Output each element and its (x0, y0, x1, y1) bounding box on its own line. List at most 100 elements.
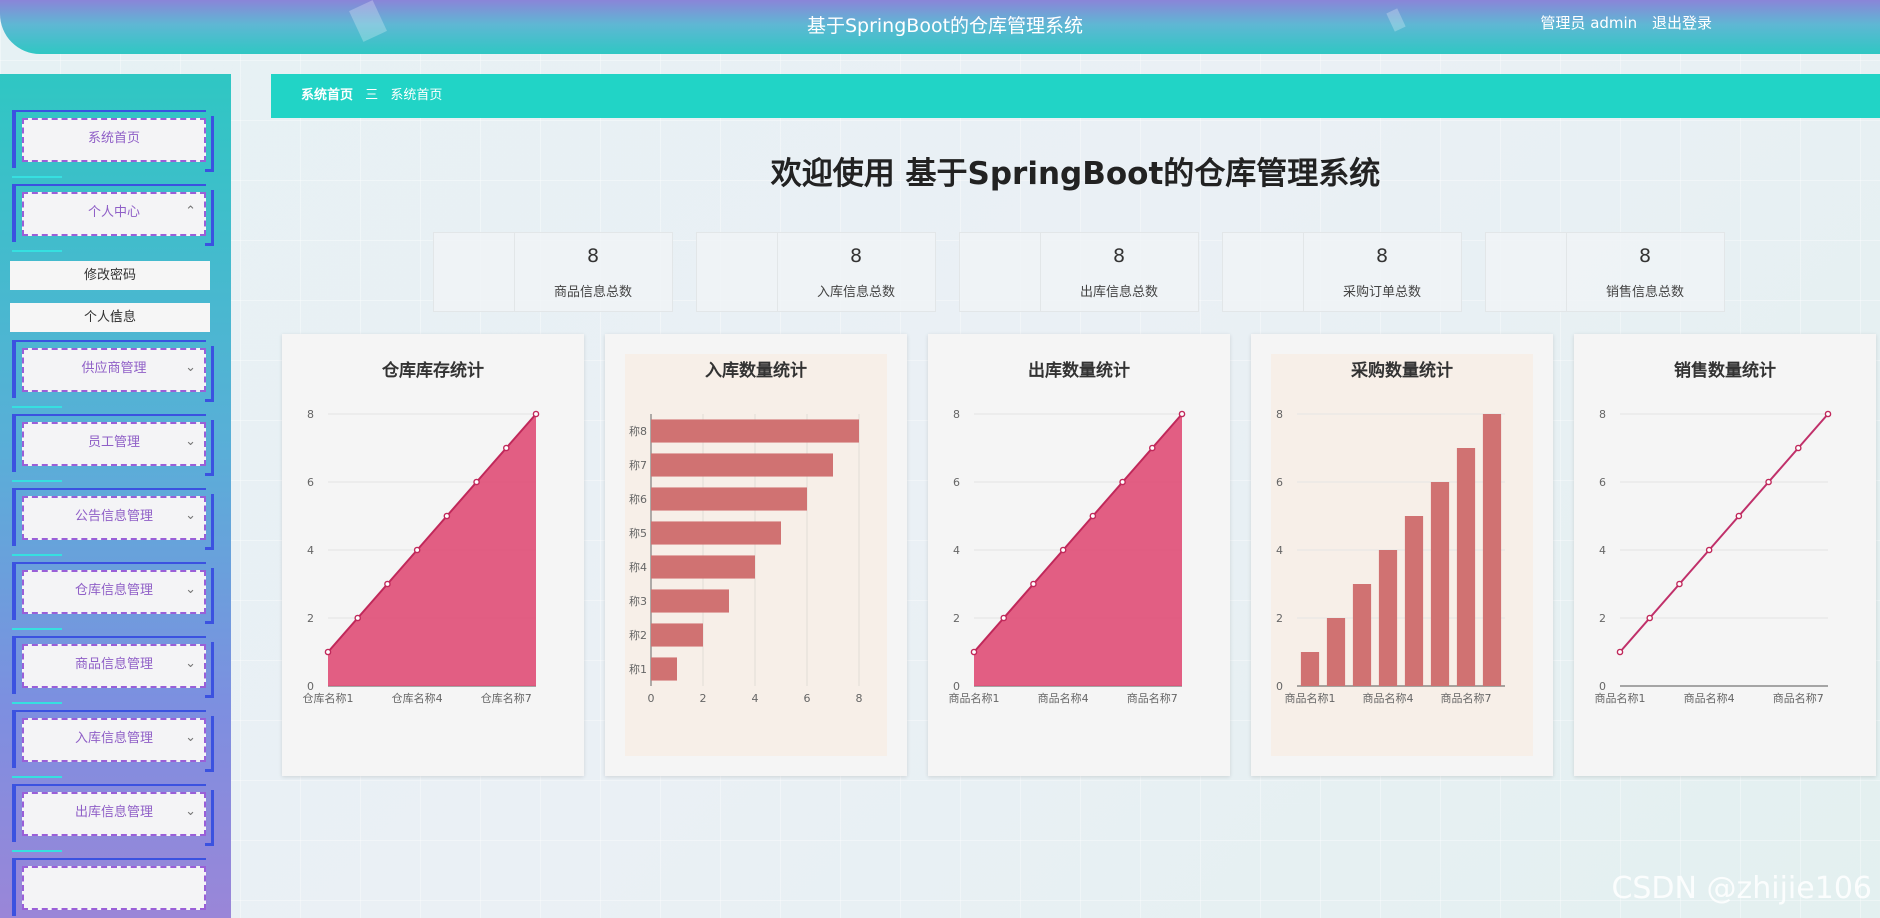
x-tick-label: 仓库名称1 (303, 691, 354, 705)
item-frame (205, 346, 214, 402)
data-point (1824, 410, 1832, 418)
item-underline (12, 406, 62, 408)
stat-card-sales: 8 销售信息总数 (1485, 232, 1725, 312)
stat-value: 8 (586, 245, 600, 267)
data-point (1676, 580, 1683, 588)
y-tick-label: 称4 (629, 560, 647, 574)
bar (651, 521, 781, 545)
hand-cursor-icon: ☝ (110, 306, 121, 327)
sidebar-item-home[interactable]: 系统首页 (12, 110, 214, 178)
chart-card-warehouse-stock: 0 2 4 6 8 仓库名称1 仓库名称4 仓库名称7 仓库库存统计 (282, 334, 584, 776)
item-frame (205, 190, 214, 246)
y-tick-label: 0 (1276, 680, 1283, 693)
x-tick-label: 6 (804, 692, 811, 705)
logout-link[interactable]: 退出登录 (1652, 14, 1712, 32)
data-point (473, 478, 480, 486)
item-underline (12, 850, 62, 852)
chart-card-inbound-qty: 0 2 4 6 8 称1 称2 称3 称4 称5 称6 称7 称8 入库数量统计 (605, 334, 907, 776)
item-underline (12, 250, 62, 252)
stat-value: 8 (849, 245, 863, 267)
chart-title: 销售数量统计 (1674, 361, 1776, 381)
item-frame (205, 116, 214, 172)
top-header: 基于SpringBoot的仓库管理系统 管理员 admin 退出登录 (0, 0, 1880, 54)
y-tick-label: 2 (307, 612, 314, 625)
sidebar-item-product[interactable]: 商品信息管理 ⌄ (12, 636, 214, 704)
sidebar-item-inner: 公告信息管理 ⌄ (22, 496, 206, 540)
stat-value: 8 (1638, 245, 1652, 267)
x-tick-label: 商品名称1 (1285, 691, 1336, 705)
sidebar-item-employee[interactable]: 员工管理 ⌄ (12, 414, 214, 482)
x-tick-label: 0 (648, 692, 655, 705)
y-tick-label: 称2 (629, 628, 647, 642)
item-underline (12, 776, 62, 778)
chevron-down-icon: ⌄ (185, 508, 196, 523)
item-frame (205, 716, 214, 772)
chevron-down-icon: ⌄ (185, 582, 196, 597)
item-underline (12, 702, 62, 704)
bar (1378, 550, 1398, 686)
submenu-change-password[interactable]: 修改密码 (10, 261, 210, 290)
sidebar-item-inner: 出库信息管理 ⌄ (22, 792, 206, 836)
y-tick-label: 称3 (629, 594, 647, 608)
x-tick-label: 商品名称4 (1363, 691, 1414, 705)
sidebar-item-warehouse[interactable]: 仓库信息管理 ⌄ (12, 562, 214, 630)
chart-card-purchase-qty: 0 2 4 6 8 商品名称1 商品名称4 商品名称7 采购数量统计 (1251, 334, 1553, 776)
sidebar-item-inbound[interactable]: 入库信息管理 ⌄ (12, 710, 214, 778)
sidebar-item-inner: 个人中心 ⌃ (22, 192, 206, 236)
breadcrumb-home[interactable]: 系统首页 (301, 74, 353, 118)
stat-value: 8 (1375, 245, 1389, 267)
x-tick-label: 2 (700, 692, 707, 705)
welcome-title: 欢迎使用 基于SpringBoot的仓库管理系统 (770, 156, 1381, 192)
watermark-text: CSDN @zhijie106 (1611, 871, 1872, 906)
chart-title: 采购数量统计 (1351, 361, 1453, 381)
chevron-down-icon: ⌄ (185, 656, 196, 671)
stat-card-inbound: 8 入库信息总数 (696, 232, 936, 312)
stat-label: 入库信息总数 (816, 285, 895, 300)
data-point (970, 648, 978, 656)
item-frame (205, 420, 214, 476)
bar (651, 657, 677, 681)
item-frame (205, 790, 214, 846)
y-tick-label: 2 (1599, 612, 1606, 625)
sidebar-item-label: 系统首页 (22, 118, 206, 162)
user-label: 管理员 admin (1540, 14, 1638, 32)
y-tick-label: 称5 (629, 526, 647, 540)
chart-title: 入库数量统计 (705, 361, 807, 381)
y-tick-label: 8 (1276, 408, 1283, 421)
breadcrumb-separator: 三 (365, 88, 379, 103)
x-tick-label: 商品名称1 (949, 691, 1000, 705)
sidebar-item-personal-center[interactable]: 个人中心 ⌃ (12, 184, 214, 252)
data-point (354, 614, 362, 622)
bar (651, 555, 755, 579)
data-point (1735, 512, 1743, 520)
chart-svg: 02468仓库名称1 仓库名称4 仓库名称7 (303, 408, 540, 705)
y-tick-label: 称1 (629, 662, 647, 676)
sidebar-item-outbound[interactable]: 出库信息管理 ⌄ (12, 784, 214, 852)
data-point (443, 512, 451, 520)
sidebar-item-label: 个人中心 (87, 205, 140, 220)
sidebar-item-supplier[interactable]: 供应商管理 ⌄ (12, 340, 214, 408)
sidebar-item-inner (22, 866, 206, 910)
bar (651, 487, 807, 511)
sidebar-item-notice[interactable]: 公告信息管理 ⌄ (12, 488, 214, 556)
chart-title: 出库数量统计 (1028, 361, 1130, 381)
chart-title: 仓库库存统计 (382, 361, 484, 381)
sidebar-item-inner: 仓库信息管理 ⌄ (22, 570, 206, 614)
stat-label: 采购订单总数 (1342, 285, 1421, 300)
sidebar-item-label: 仓库信息管理 (74, 583, 153, 598)
data-point (1794, 444, 1802, 452)
data-point (1148, 444, 1156, 452)
chevron-down-icon: ⌄ (185, 360, 196, 375)
chart-svg: 02468商品名称1 商品名称4 商品名称7 (949, 408, 1186, 705)
x-tick-label: 仓库名称4 (392, 691, 443, 705)
data-point (413, 546, 421, 554)
breadcrumb-current: 系统首页 (390, 88, 443, 103)
stat-card-purchase: 8 采购订单总数 (1222, 232, 1462, 312)
sidebar-item-label: 出库信息管理 (74, 805, 153, 820)
item-underline (12, 480, 62, 482)
sidebar-item-more[interactable] (12, 858, 206, 916)
sidebar-item-inner: 供应商管理 ⌄ (22, 348, 206, 392)
stat-label: 销售信息总数 (1605, 285, 1684, 300)
chevron-down-icon: ⌄ (185, 434, 196, 449)
data-point (1178, 410, 1186, 418)
